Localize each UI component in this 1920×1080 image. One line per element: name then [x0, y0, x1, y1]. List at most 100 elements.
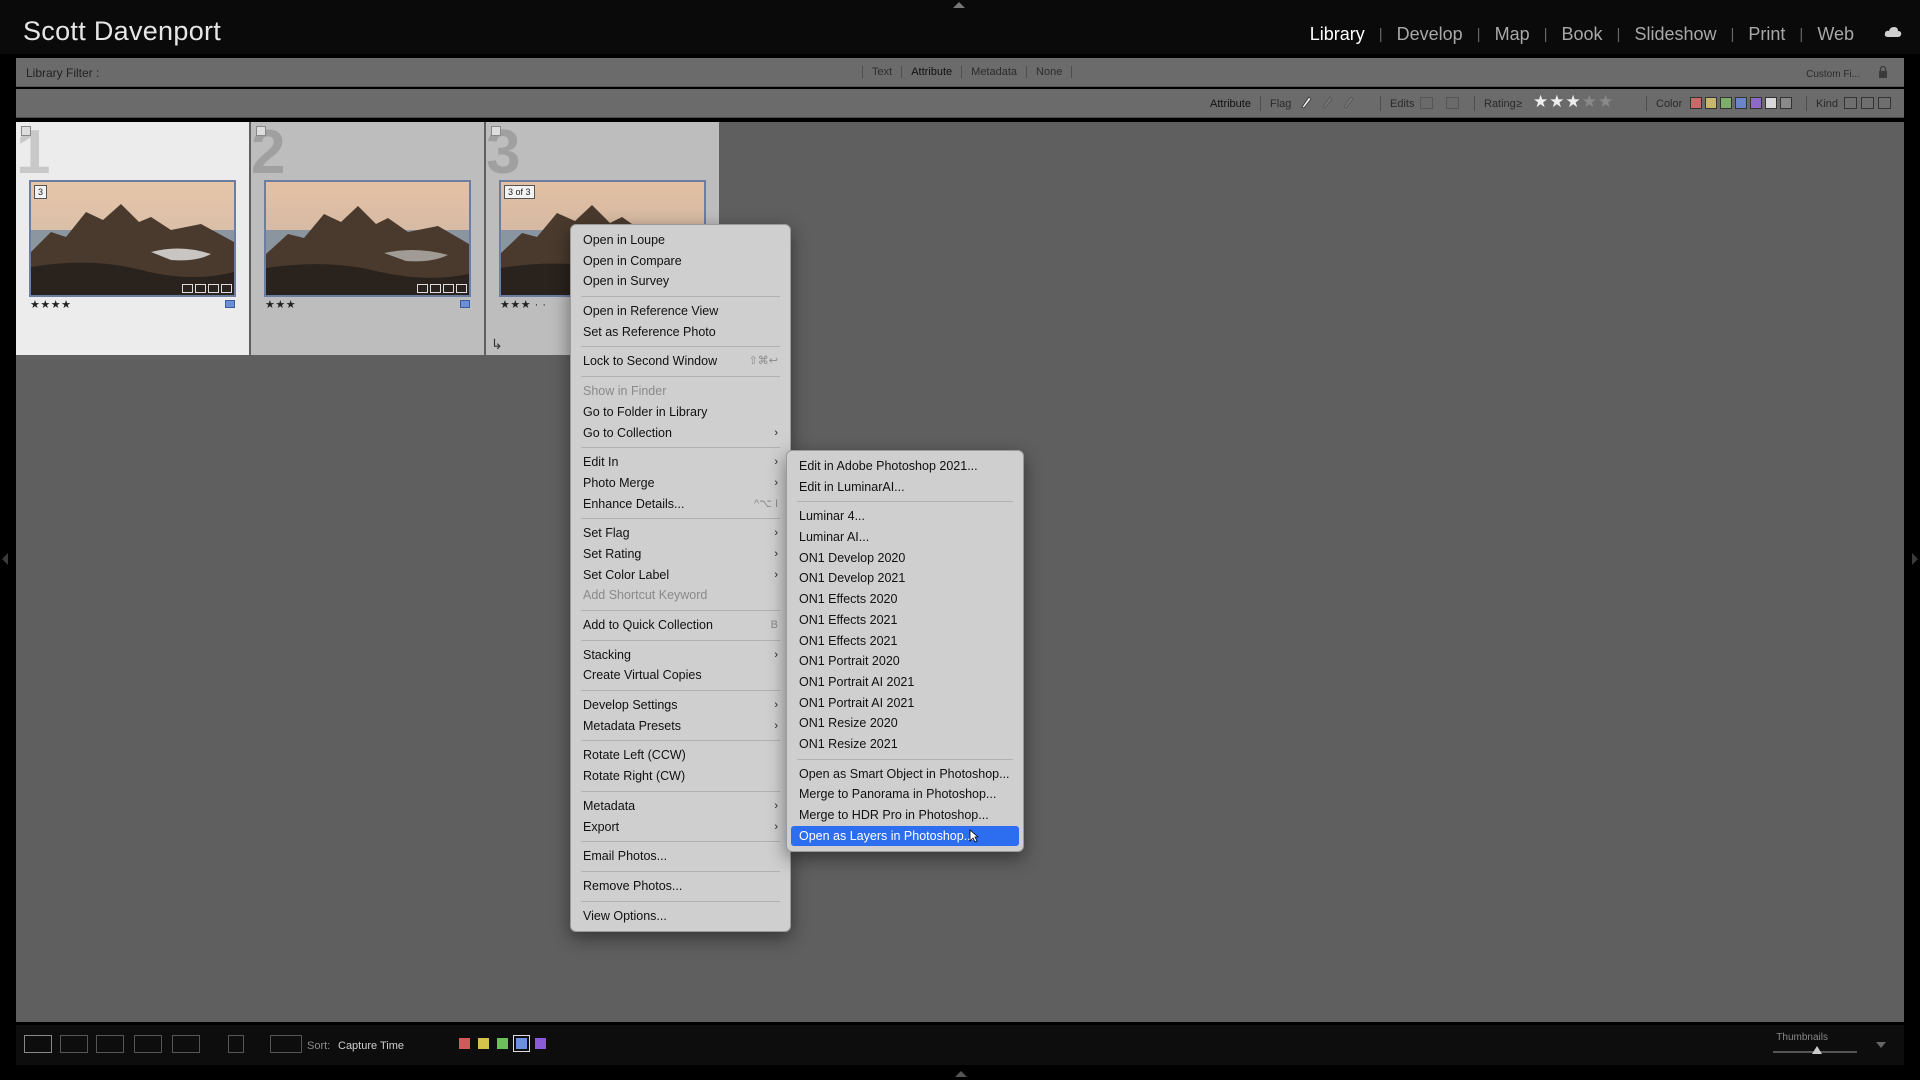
- photo-thumbnail[interactable]: 3: [29, 180, 236, 297]
- menu-item-develop-settings[interactable]: Develop Settings ›: [571, 695, 790, 716]
- module-map[interactable]: Map: [1481, 24, 1544, 45]
- master-photos-kind-icon[interactable]: [1844, 97, 1857, 109]
- star-icon[interactable]: ★: [1566, 92, 1582, 112]
- collection-badge-icon[interactable]: [208, 284, 219, 293]
- menu-item-add-to-quick-collection[interactable]: Add to Quick Collection B: [571, 615, 790, 636]
- comment-badge-icon[interactable]: [195, 284, 206, 293]
- star-icon[interactable]: ★: [1598, 92, 1614, 112]
- menu-item-email-photos[interactable]: Email Photos...: [571, 846, 790, 867]
- module-develop[interactable]: Develop: [1383, 24, 1477, 45]
- survey-view-icon[interactable]: [134, 1035, 162, 1053]
- toolbar-options-chevron-icon[interactable]: [1876, 1042, 1886, 1048]
- module-library[interactable]: Library: [1296, 24, 1379, 45]
- unflagged-icon[interactable]: [1320, 95, 1334, 109]
- menu-item-open-in-compare[interactable]: Open in Compare: [571, 251, 790, 272]
- select-checkbox[interactable]: [256, 126, 266, 136]
- rating-filter-stars[interactable]: ★ ★ ★ ★ ★: [1533, 92, 1614, 112]
- menu-item-set-color-label[interactable]: Set Color Label ›: [571, 565, 790, 586]
- submenu-item-merge-to-panorama-in-photoshop[interactable]: Merge to Panorama in Photoshop...: [787, 784, 1023, 805]
- menu-item-rotate-right-cw[interactable]: Rotate Right (CW): [571, 766, 790, 787]
- menu-item-metadata[interactable]: Metadata ›: [571, 796, 790, 817]
- menu-item-set-as-reference-photo[interactable]: Set as Reference Photo: [571, 322, 790, 343]
- grid-view-icon[interactable]: [24, 1035, 52, 1053]
- menu-item-rotate-left-ccw[interactable]: Rotate Left (CCW): [571, 745, 790, 766]
- pick-flag-icon[interactable]: [1299, 95, 1313, 109]
- color-filter-swatch[interactable]: [1705, 97, 1717, 109]
- star-icon[interactable]: ★: [1533, 92, 1549, 112]
- keyword-badge-icon[interactable]: [417, 284, 428, 293]
- label-color-swatch[interactable]: [459, 1038, 470, 1049]
- module-slideshow[interactable]: Slideshow: [1620, 24, 1730, 45]
- color-label-icon[interactable]: [460, 300, 470, 308]
- submenu-item-on1-resize-2021[interactable]: ON1 Resize 2021: [787, 734, 1023, 755]
- rotate-icon[interactable]: ↳: [491, 336, 503, 353]
- submenu-item-on1-develop-2020[interactable]: ON1 Develop 2020: [787, 548, 1023, 569]
- top-panel-toggle-icon[interactable]: [953, 2, 965, 8]
- menu-item-view-options[interactable]: View Options...: [571, 906, 790, 927]
- submenu-item-open-as-smart-object-in-photoshop[interactable]: Open as Smart Object in Photoshop...: [787, 764, 1023, 785]
- people-view-icon[interactable]: [172, 1035, 200, 1053]
- loupe-view-icon[interactable]: [60, 1035, 88, 1053]
- color-label-icon[interactable]: [225, 300, 235, 308]
- custom-filter-dropdown[interactable]: Custom Fi...: [1806, 69, 1860, 80]
- painter-icon[interactable]: [228, 1035, 244, 1053]
- grid-cell[interactable]: 1 3 ★★★★: [16, 122, 249, 355]
- submenu-item-luminar-ai[interactable]: Luminar AI...: [787, 527, 1023, 548]
- module-book[interactable]: Book: [1548, 24, 1617, 45]
- develop-badge-icon[interactable]: [221, 284, 232, 293]
- left-panel-toggle-icon[interactable]: [2, 553, 8, 565]
- submenu-item-on1-resize-2020[interactable]: ON1 Resize 2020: [787, 713, 1023, 734]
- label-color-swatch[interactable]: [513, 1035, 530, 1052]
- sort-direction-icon[interactable]: [270, 1035, 302, 1053]
- comment-badge-icon[interactable]: [430, 284, 441, 293]
- color-filter-swatch[interactable]: [1750, 97, 1762, 109]
- filter-tab-attribute[interactable]: Attribute: [901, 66, 961, 78]
- menu-item-enhance-details[interactable]: Enhance Details... ^⌥ I: [571, 494, 790, 515]
- lock-icon[interactable]: [1878, 66, 1888, 78]
- menu-item-create-virtual-copies[interactable]: Create Virtual Copies: [571, 665, 790, 686]
- submenu-item-open-as-layers-in-photoshop[interactable]: Open as Layers in Photoshop...: [791, 825, 1019, 847]
- filter-tab-text[interactable]: Text: [862, 66, 901, 78]
- color-filter-swatch[interactable]: [1780, 97, 1792, 109]
- submenu-item-on1-portrait-ai-2021[interactable]: ON1 Portrait AI 2021: [787, 672, 1023, 693]
- cloud-sync-icon[interactable]: [1884, 26, 1902, 38]
- sort-dropdown[interactable]: Capture Time: [338, 1040, 404, 1052]
- videos-kind-icon[interactable]: [1878, 97, 1891, 109]
- select-checkbox[interactable]: [21, 126, 31, 136]
- submenu-item-edit-in-adobe-photoshop-2021[interactable]: Edit in Adobe Photoshop 2021...: [787, 456, 1023, 477]
- module-print[interactable]: Print: [1734, 24, 1799, 45]
- menu-item-export[interactable]: Export ›: [571, 817, 790, 838]
- grid-cell[interactable]: 2 ★★★: [251, 122, 484, 355]
- filter-tab-none[interactable]: None: [1026, 66, 1073, 78]
- color-filter-swatch[interactable]: [1735, 97, 1747, 109]
- submenu-item-merge-to-hdr-pro-in-photoshop[interactable]: Merge to HDR Pro in Photoshop...: [787, 805, 1023, 826]
- star-rating[interactable]: ★★★★: [30, 298, 71, 311]
- star-icon[interactable]: ★: [1582, 92, 1598, 112]
- photo-thumbnail[interactable]: [264, 180, 471, 297]
- submenu-item-luminar-4[interactable]: Luminar 4...: [787, 506, 1023, 527]
- select-checkbox[interactable]: [491, 126, 501, 136]
- star-rating[interactable]: ★★★: [265, 298, 296, 311]
- submenu-item-on1-portrait-2020[interactable]: ON1 Portrait 2020: [787, 651, 1023, 672]
- label-color-swatch[interactable]: [478, 1038, 489, 1049]
- bottom-panel-toggle-icon[interactable]: [955, 1071, 967, 1077]
- right-panel-toggle-icon[interactable]: [1912, 553, 1918, 565]
- color-filter-swatch[interactable]: [1690, 97, 1702, 109]
- label-color-swatch[interactable]: [535, 1038, 546, 1049]
- submenu-item-on1-portrait-ai-2021[interactable]: ON1 Portrait AI 2021: [787, 693, 1023, 714]
- compare-view-icon[interactable]: [96, 1035, 124, 1053]
- rejected-flag-icon[interactable]: [1341, 95, 1355, 109]
- star-rating[interactable]: ★★★ · ·: [500, 298, 547, 311]
- filter-tab-metadata[interactable]: Metadata: [961, 66, 1026, 78]
- submenu-item-on1-effects-2021[interactable]: ON1 Effects 2021: [787, 610, 1023, 631]
- star-icon[interactable]: ★: [1549, 92, 1565, 112]
- menu-item-lock-to-second-window[interactable]: Lock to Second Window ⇧⌘↩: [571, 351, 790, 372]
- menu-item-edit-in[interactable]: Edit In ›: [571, 452, 790, 473]
- color-filter-swatch[interactable]: [1720, 97, 1732, 109]
- stack-badge[interactable]: 3 of 3: [504, 185, 535, 199]
- develop-badge-icon[interactable]: [456, 284, 467, 293]
- stack-badge[interactable]: 3: [34, 185, 48, 199]
- menu-item-go-to-folder-in-library[interactable]: Go to Folder in Library: [571, 402, 790, 423]
- virtual-copies-kind-icon[interactable]: [1861, 97, 1874, 109]
- menu-item-set-flag[interactable]: Set Flag ›: [571, 523, 790, 544]
